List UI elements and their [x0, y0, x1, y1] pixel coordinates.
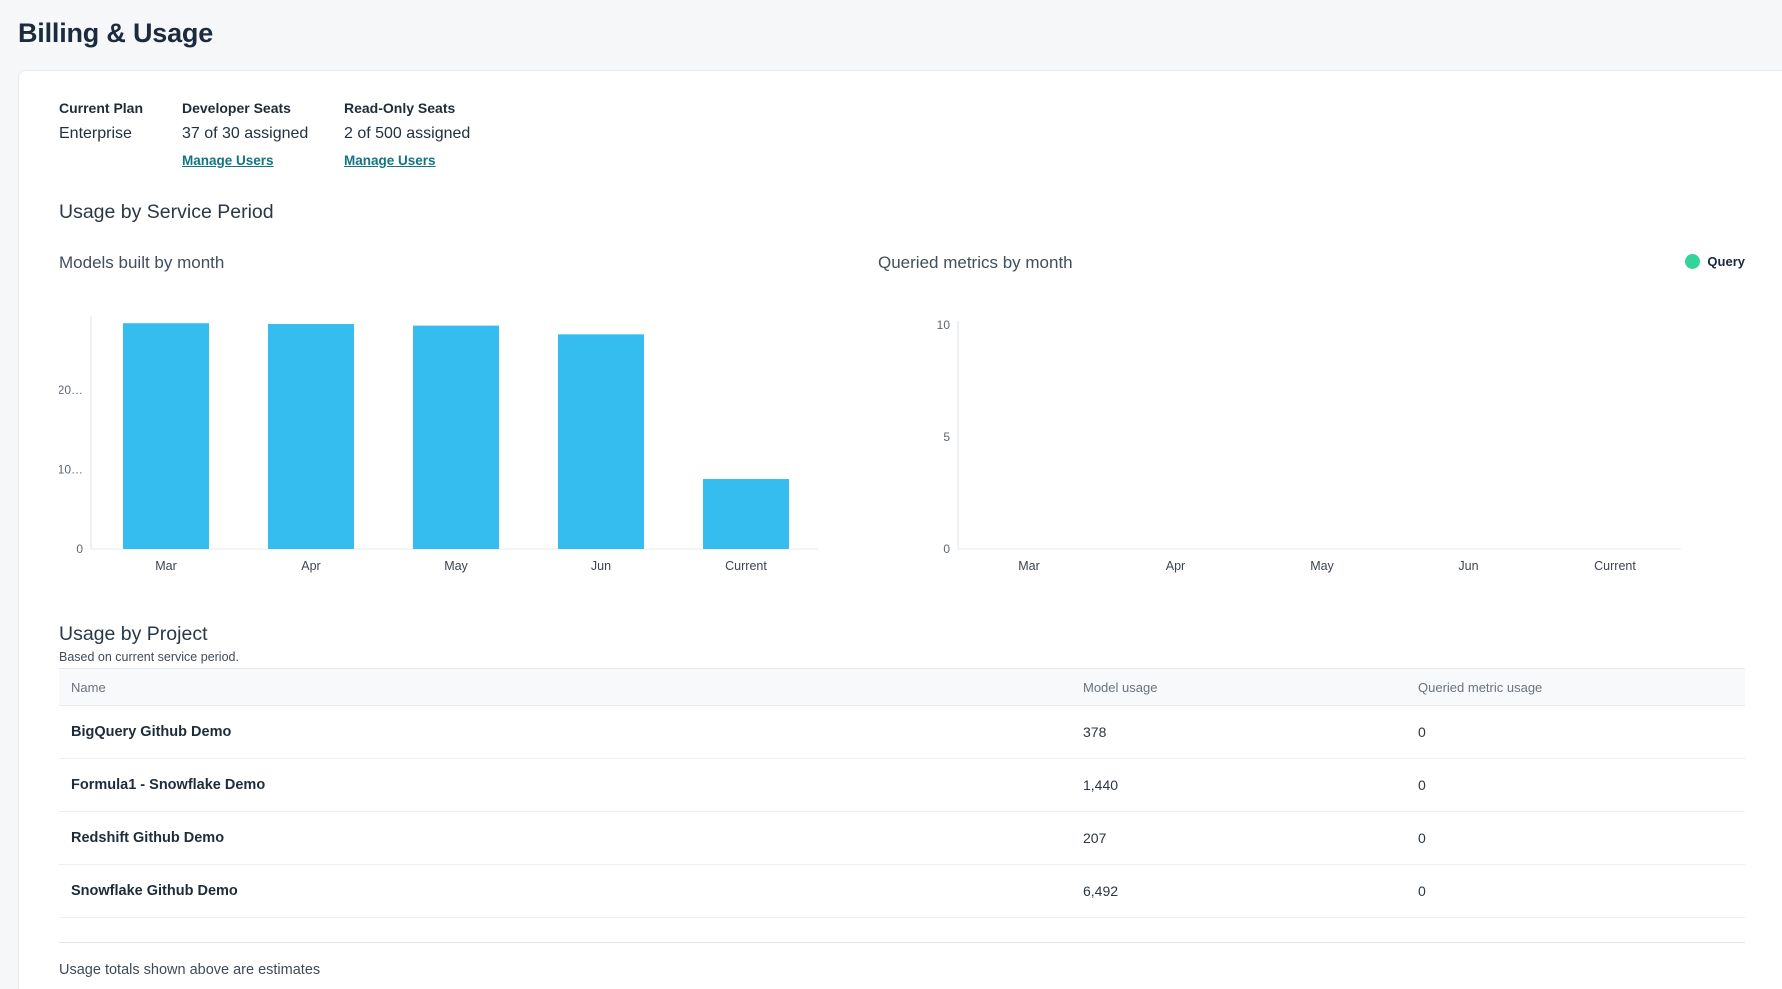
project-name: BigQuery Github Demo — [59, 724, 1083, 740]
x-tick-label: Mar — [155, 559, 177, 573]
x-tick-label: Apr — [301, 559, 320, 573]
column-header-model-usage: Model usage — [1083, 680, 1418, 695]
queried-metric-usage-value: 0 — [1418, 830, 1745, 846]
models-built-chart-title: Models built by month — [59, 252, 878, 274]
readonly-seats-label: Read-Only Seats — [344, 99, 470, 117]
table-header-row: Name Model usage Queried metric usage — [59, 668, 1745, 706]
current-plan-label: Current Plan — [59, 99, 182, 117]
usage-by-project-subtitle: Based on current service period. — [59, 649, 1745, 666]
bar-apr — [268, 324, 354, 549]
charts-row: Models built by month 0 10… 20… Mar Apr May Ju… — [59, 252, 1745, 586]
divider — [59, 942, 1745, 943]
plan-summary: Current Plan Enterprise Developer Seats … — [59, 99, 1745, 170]
x-tick-label: Jun — [1458, 559, 1478, 573]
project-name: Formula1 - Snowflake Demo — [59, 777, 1083, 793]
developer-seats-column: Developer Seats 37 of 30 assigned Manage… — [182, 99, 344, 170]
queried-metric-usage-value: 0 — [1418, 724, 1745, 740]
x-tick-label: Mar — [1018, 559, 1040, 573]
column-header-name: Name — [59, 680, 1083, 695]
x-tick-label: Jun — [591, 559, 611, 573]
models-built-chart-canvas: 0 10… 20… Mar Apr May Jun Current — [59, 276, 849, 586]
column-header-queried-usage: Queried metric usage — [1418, 680, 1745, 695]
developer-seats-value: 37 of 30 assigned — [182, 124, 344, 144]
table-row: Snowflake Github Demo6,4920 — [59, 865, 1745, 918]
manage-users-link-readonly[interactable]: Manage Users — [344, 152, 436, 170]
queried-metrics-chart: Queried metrics by month 0 5 10 Mar Apr May Ju… — [878, 252, 1745, 586]
readonly-seats-value: 2 of 500 assigned — [344, 124, 470, 144]
billing-card: Current Plan Enterprise Developer Seats … — [18, 70, 1782, 989]
usage-by-project-table: Name Model usage Queried metric usage Bi… — [59, 668, 1745, 918]
bar-mar — [123, 323, 209, 549]
project-name: Redshift Github Demo — [59, 830, 1083, 846]
queried-metrics-chart-title: Queried metrics by month — [878, 252, 1745, 274]
bar-jun — [558, 334, 644, 549]
y-tick-label: 0 — [76, 542, 83, 556]
usage-by-project-title: Usage by Project — [59, 622, 1745, 646]
model-usage-value: 6,492 — [1083, 883, 1418, 899]
model-usage-value: 207 — [1083, 830, 1418, 846]
page-header: Billing & Usage — [0, 0, 1782, 70]
y-tick-label: 20… — [59, 383, 83, 397]
y-tick-label: 5 — [943, 430, 950, 444]
project-name: Snowflake Github Demo — [59, 883, 1083, 899]
bar-current — [703, 479, 789, 549]
x-tick-label: Current — [1594, 559, 1636, 573]
query-legend-label: Query — [1707, 254, 1745, 269]
bar-may — [413, 326, 499, 549]
current-plan-value: Enterprise — [59, 124, 182, 144]
current-plan-column: Current Plan Enterprise — [59, 99, 182, 170]
models-built-chart: Models built by month 0 10… 20… Mar Apr May Ju… — [59, 252, 878, 586]
x-tick-label: Apr — [1166, 559, 1185, 573]
query-series-dot-icon — [1685, 254, 1700, 269]
table-row: Formula1 - Snowflake Demo1,4400 — [59, 759, 1745, 812]
queried-metrics-chart-canvas: 0 5 10 Mar Apr May Jun Current — [878, 276, 1688, 586]
usage-footnote: Usage totals shown above are estimates — [59, 960, 1745, 980]
x-tick-label: Current — [725, 559, 767, 573]
developer-seats-label: Developer Seats — [182, 99, 344, 117]
y-tick-label: 10 — [937, 318, 951, 332]
queried-metric-usage-value: 0 — [1418, 777, 1745, 793]
model-usage-value: 378 — [1083, 724, 1418, 740]
table-row: Redshift Github Demo2070 — [59, 812, 1745, 865]
table-row: BigQuery Github Demo3780 — [59, 706, 1745, 759]
page-title: Billing & Usage — [18, 18, 1782, 49]
queried-metric-usage-value: 0 — [1418, 883, 1745, 899]
y-tick-label: 0 — [943, 542, 950, 556]
x-tick-label: May — [1310, 559, 1334, 573]
table-body: BigQuery Github Demo3780Formula1 - Snowf… — [59, 706, 1745, 918]
manage-users-link-developer[interactable]: Manage Users — [182, 152, 274, 170]
model-usage-value: 1,440 — [1083, 777, 1418, 793]
y-tick-label: 10… — [59, 463, 83, 477]
usage-by-service-period-title: Usage by Service Period — [59, 200, 1745, 224]
readonly-seats-column: Read-Only Seats 2 of 500 assigned Manage… — [344, 99, 470, 170]
query-legend-item[interactable]: Query — [1685, 254, 1745, 269]
x-tick-label: May — [444, 559, 468, 573]
